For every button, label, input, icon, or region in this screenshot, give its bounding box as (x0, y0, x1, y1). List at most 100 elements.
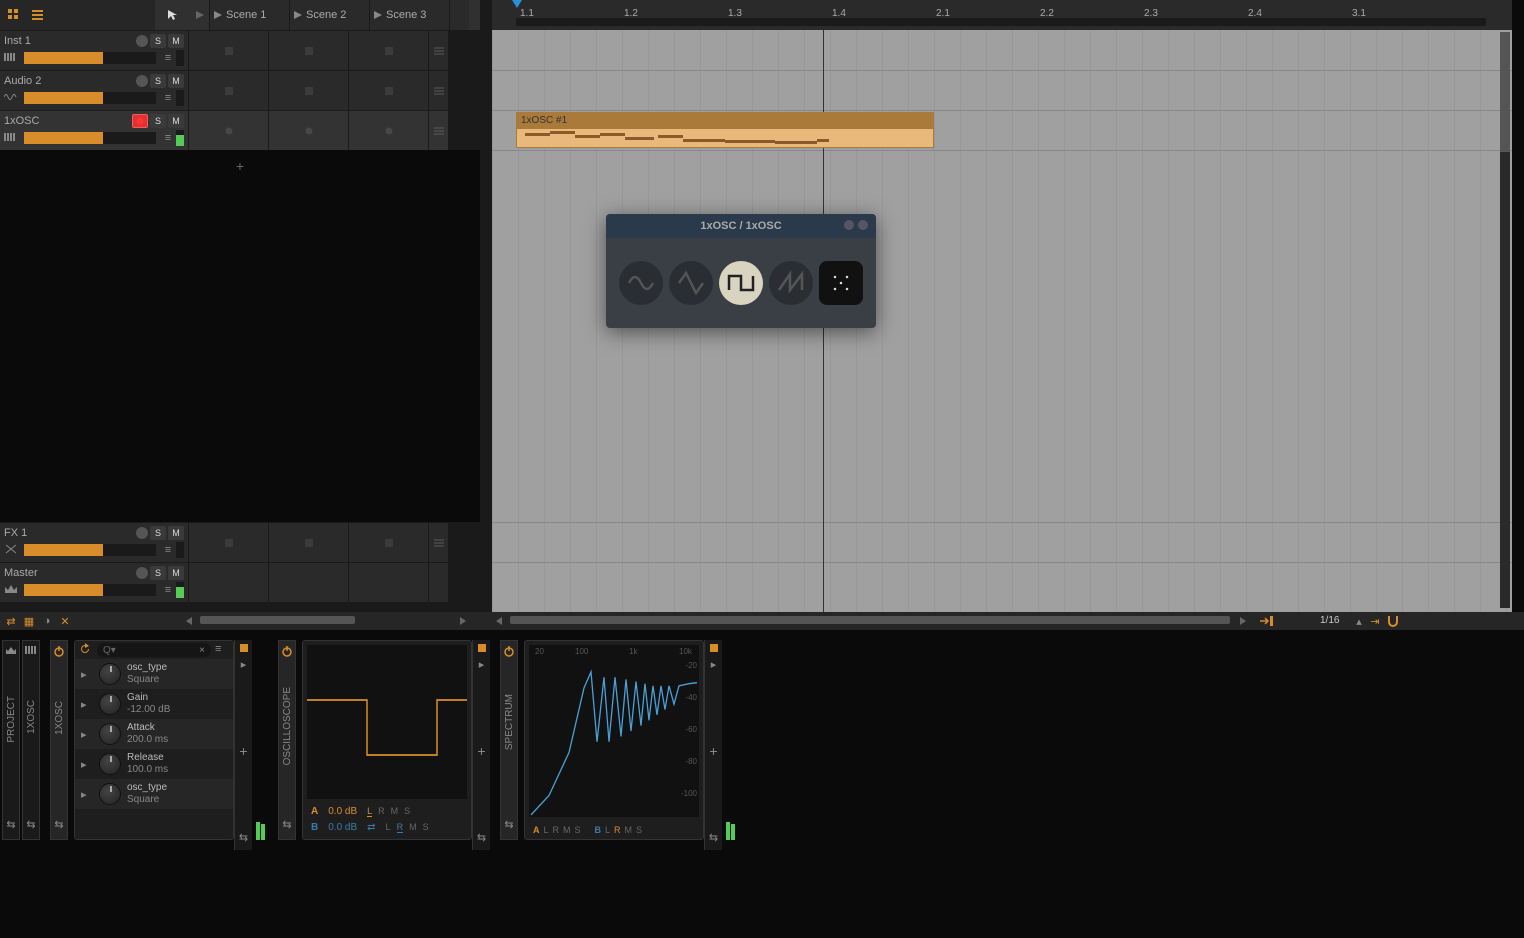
folder-icon[interactable]: ▸ (241, 658, 247, 671)
track2-clip0[interactable] (188, 110, 268, 150)
track0-menu[interactable] (428, 30, 448, 70)
track-inst1-solo[interactable]: S (150, 34, 166, 48)
fx-clip2[interactable] (348, 522, 428, 562)
panel-menu-icon[interactable]: ≡ (215, 643, 229, 657)
power-icon[interactable] (281, 645, 293, 660)
power-icon[interactable] (503, 645, 515, 660)
master-clip1[interactable] (268, 562, 348, 602)
track-master-solo[interactable]: S (150, 566, 166, 580)
magnet-icon[interactable] (1386, 614, 1400, 628)
link-icon[interactable]: ⇄ (367, 822, 375, 833)
track-fx1-mute[interactable]: M (168, 526, 184, 540)
track2-menu[interactable] (428, 110, 448, 150)
wave-triangle[interactable] (669, 261, 713, 305)
track-master-output-icon[interactable] (136, 567, 148, 579)
folder-icon[interactable]: ▸ (81, 698, 93, 711)
arrangement-vscroll[interactable] (1500, 32, 1510, 608)
wave-sine[interactable] (619, 261, 663, 305)
param-row[interactable]: ▸ osc_typeSquare (75, 659, 233, 689)
parameter-search[interactable]: Q▾ × (97, 643, 211, 657)
clip-scrollbar[interactable] (200, 616, 355, 624)
timeline-ruler[interactable]: 1.1 1.2 1.3 1.4 2.1 2.2 2.3 2.4 3.1 (492, 0, 1512, 30)
track-master-mute[interactable]: M (168, 566, 184, 580)
scroll-left-icon[interactable] (186, 617, 194, 625)
ruler-scrollbar[interactable] (516, 18, 1486, 26)
osc-a-S[interactable]: S (404, 806, 410, 817)
wave-square[interactable] (719, 261, 763, 305)
folder-icon[interactable]: ▸ (81, 788, 93, 801)
track-fx1-solo[interactable]: S (150, 526, 166, 540)
param-row[interactable]: ▸ Release100.0 ms (75, 749, 233, 779)
toggle-icon[interactable]: ◑ (40, 614, 54, 628)
expand-icon[interactable]: ⇆ (6, 818, 15, 831)
track-master-header[interactable]: Master S M ≡ (0, 562, 188, 602)
power-icon[interactable] (53, 645, 65, 660)
arrangement-scrollbar[interactable] (510, 616, 1230, 624)
plugin-window[interactable]: 1xOSC / 1xOSC (606, 214, 876, 328)
layout-icon[interactable]: ▦ (22, 614, 36, 628)
track-audio2-solo[interactable]: S (150, 74, 166, 88)
track1-clip1[interactable] (268, 70, 348, 110)
wave-noise[interactable] (819, 261, 863, 305)
knob-attack[interactable] (99, 723, 121, 745)
expand-icon[interactable]: ⇆ (282, 818, 291, 831)
track1-clip2[interactable] (348, 70, 428, 110)
play-all-icon[interactable] (191, 3, 209, 27)
scene-1[interactable]: Scene 1 (209, 0, 289, 30)
tab-spectrum[interactable]: SPECTRUM ⇆ (500, 640, 518, 840)
tab-project[interactable]: PROJECT ⇆ (2, 640, 20, 840)
expand-icon[interactable]: ⇆ (504, 818, 513, 831)
clear-search-icon[interactable]: × (199, 645, 205, 656)
track1-menu[interactable] (428, 70, 448, 110)
folder-icon[interactable]: ▸ (81, 758, 93, 771)
close-panel-icon[interactable]: ✕ (58, 614, 72, 628)
master-menu[interactable] (428, 562, 448, 602)
spec-a-R[interactable]: R (553, 825, 560, 835)
scrollbar-thumb[interactable] (1500, 32, 1510, 152)
knob-osc-type[interactable] (99, 663, 121, 685)
add-device-button[interactable]: + (709, 743, 717, 759)
track-fx1-header[interactable]: FX 1 S M ≡ (0, 522, 188, 562)
fx-menu[interactable] (428, 522, 448, 562)
scroll-right-icon[interactable] (1240, 617, 1248, 625)
spec-a-M[interactable]: M (563, 825, 571, 835)
spec-b-R[interactable]: R (614, 825, 621, 835)
track-inst1-menu-icon[interactable]: ≡ (160, 52, 176, 64)
track-1xosc-solo[interactable]: S (150, 114, 166, 128)
tab-oscilloscope[interactable]: OSCILLOSCOPE ⇆ (278, 640, 296, 840)
track-master-menu-icon[interactable]: ≡ (160, 584, 176, 596)
track-inst1-mute[interactable]: M (168, 34, 184, 48)
track1-clip0[interactable] (188, 70, 268, 110)
track-fx1-menu-icon[interactable]: ≡ (160, 544, 176, 556)
track-audio2-output-icon[interactable] (136, 75, 148, 87)
track0-clip1[interactable] (268, 30, 348, 70)
fx-clip1[interactable] (268, 522, 348, 562)
add-track-button[interactable]: + (0, 156, 480, 176)
scene-2[interactable]: Scene 2 (289, 0, 369, 30)
pointer-tool-icon[interactable] (161, 3, 185, 27)
track-1xosc-volume[interactable] (24, 132, 156, 144)
add-device-button[interactable]: + (477, 743, 485, 759)
scroll-left-icon[interactable] (496, 617, 504, 625)
view-arrange-icon[interactable] (28, 5, 48, 25)
playhead-icon[interactable] (512, 0, 522, 8)
folder-icon[interactable]: ▸ (479, 658, 485, 671)
tab-1xosc-inner[interactable]: 1XOSC ⇆ (50, 640, 68, 840)
grid-up-icon[interactable]: ▴ (1352, 614, 1366, 628)
track-1xosc-mute[interactable]: M (168, 114, 184, 128)
scroll-right-icon[interactable] (460, 617, 468, 625)
plugin-minimize-icon[interactable] (844, 220, 854, 230)
expand-icon[interactable]: ⇆ (239, 831, 248, 844)
track-audio2-menu-icon[interactable]: ≡ (160, 92, 176, 104)
track-audio2-mute[interactable]: M (168, 74, 184, 88)
track-inst1-header[interactable]: Inst 1 S M ≡ (0, 30, 188, 70)
osc-b-db[interactable]: 0.0 dB (328, 822, 357, 833)
osc-a-R[interactable]: R (378, 806, 385, 817)
knob-release[interactable] (99, 753, 121, 775)
osc-a-db[interactable]: 0.0 dB (328, 806, 357, 817)
param-row[interactable]: ▸ Gain-12.00 dB (75, 689, 233, 719)
knob-osc-type-2[interactable] (99, 783, 121, 805)
track2-clip1[interactable] (268, 110, 348, 150)
swap-icon[interactable]: ⇄ (4, 614, 18, 628)
track-inst1-output-icon[interactable] (136, 35, 148, 47)
